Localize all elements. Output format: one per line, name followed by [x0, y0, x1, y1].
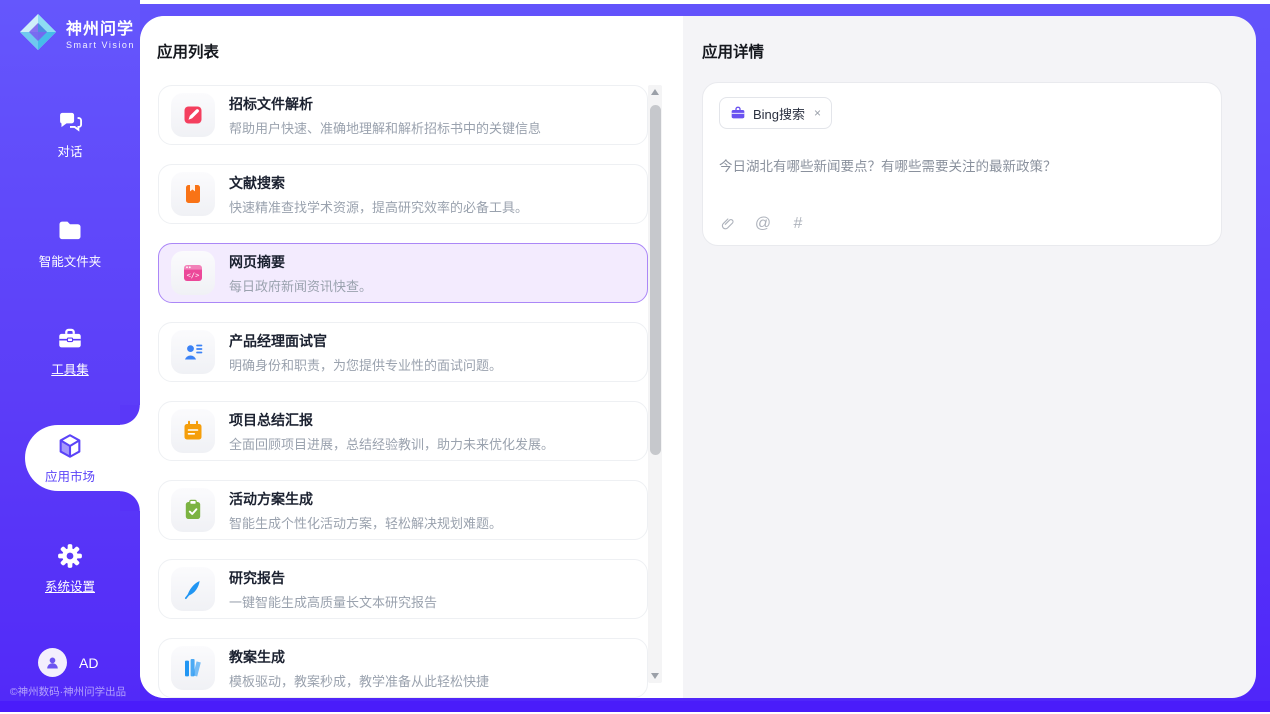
app-item-title: 网页摘要 — [229, 252, 372, 272]
scrollbar-thumb[interactable] — [650, 105, 661, 455]
app-item-title: 产品经理面试官 — [229, 331, 502, 351]
sidebar-item-smart-folder[interactable]: 智能文件夹 — [0, 210, 140, 276]
clipboard-check-icon — [171, 488, 215, 532]
app-list-item[interactable]: 活动方案生成智能生成个性化活动方案，轻松解决规划难题。 — [158, 480, 648, 540]
app-item-description: 全面回顾项目进展，总结经验教训，助力未来优化发展。 — [229, 434, 554, 453]
sidebar-item-app-market[interactable]: 应用市场 — [0, 425, 140, 491]
toolbox-icon — [56, 325, 84, 353]
sidebar-item-label: 工具集 — [51, 359, 89, 378]
app-item-title: 研究报告 — [229, 568, 437, 588]
scroll-up-button[interactable] — [648, 85, 662, 99]
report-icon — [171, 567, 215, 611]
app-item-description: 模板驱动，教案秒成，教学准备从此轻松快捷 — [229, 671, 489, 690]
app-item-description: 智能生成个性化活动方案，轻松解决规划难题。 — [229, 513, 502, 532]
app-list-header: 应用列表 — [157, 40, 219, 62]
diamond-logo-icon — [18, 12, 58, 52]
tool-chip-bing-search[interactable]: Bing搜索 × — [719, 97, 832, 129]
app-item-description: 快速精准查找学术资源，提高研究效率的必备工具。 — [229, 197, 528, 216]
hashtag-icon[interactable]: # — [789, 215, 807, 233]
app-item-description: 帮助用户快速、准确地理解和解析招标书中的关键信息 — [229, 118, 541, 137]
cube-icon — [56, 432, 84, 460]
chip-close-icon[interactable]: × — [814, 106, 821, 120]
gear-icon — [56, 542, 84, 570]
sidebar-item-chat[interactable]: 对话 — [0, 100, 140, 166]
browser-code-icon: </> — [171, 251, 215, 295]
app-item-description: 每日政府新闻资讯快查。 — [229, 276, 372, 295]
avatar — [38, 648, 67, 677]
app-item-title: 教案生成 — [229, 647, 489, 667]
book-icon — [171, 172, 215, 216]
brand-title: 神州问学 — [66, 15, 135, 39]
app-detail-header: 应用详情 — [702, 40, 764, 62]
sidebar-item-label: 智能文件夹 — [39, 251, 102, 270]
triangle-up-icon — [651, 89, 659, 95]
scroll-down-button[interactable] — [648, 669, 662, 683]
app-list-item[interactable]: 招标文件解析帮助用户快速、准确地理解和解析招标书中的关键信息 — [158, 85, 648, 145]
attachment-icon[interactable] — [719, 215, 737, 233]
sidebar-item-toolset[interactable]: 工具集 — [0, 318, 140, 384]
scrollbar[interactable] — [648, 85, 662, 683]
app-list-item[interactable]: </> 网页摘要每日政府新闻资讯快查。 — [158, 243, 648, 303]
folder-icon — [56, 217, 84, 245]
app-item-texts: 文献搜索快速精准查找学术资源，提高研究效率的必备工具。 — [229, 173, 528, 216]
sidebar-item-label: 应用市场 — [45, 466, 95, 485]
app-list-item[interactable]: 教案生成模板驱动，教案秒成，教学准备从此轻松快捷 — [158, 638, 648, 698]
brand-subtitle: Smart Vision — [66, 40, 135, 50]
chip-label: Bing搜索 — [753, 104, 805, 123]
app-list-item[interactable]: 产品经理面试官明确身份和职责，为您提供专业性的面试问题。 — [158, 322, 648, 382]
brand-logo: 神州问学 Smart Vision — [18, 12, 135, 52]
sidebar-item-label: 系统设置 — [45, 576, 95, 595]
copyright-text: ©神州数码·神州问学出品 — [0, 684, 136, 699]
bottom-accent-bar — [0, 701, 1270, 712]
sidebar: 神州问学 Smart Vision 对话智能文件夹工具集应用市场系统设置 AD … — [0, 0, 140, 712]
app-item-texts: 教案生成模板驱动，教案秒成，教学准备从此轻松快捷 — [229, 647, 489, 690]
app-list-item[interactable]: 文献搜索快速精准查找学术资源，提高研究效率的必备工具。 — [158, 164, 648, 224]
app-list-item[interactable]: 研究报告一键智能生成高质量长文本研究报告 — [158, 559, 648, 619]
app-item-texts: 招标文件解析帮助用户快速、准确地理解和解析招标书中的关键信息 — [229, 94, 541, 137]
app-item-texts: 产品经理面试官明确身份和职责，为您提供专业性的面试问题。 — [229, 331, 502, 374]
app-item-texts: 研究报告一键智能生成高质量长文本研究报告 — [229, 568, 437, 611]
question-input[interactable]: 今日湖北有哪些新闻要点？有哪些需要关注的最新政策？ — [719, 155, 1205, 175]
app-item-texts: 活动方案生成智能生成个性化活动方案，轻松解决规划难题。 — [229, 489, 502, 532]
svg-text:</>: </> — [187, 272, 200, 280]
app-item-description: 一键智能生成高质量长文本研究报告 — [229, 592, 437, 611]
app-list-item[interactable]: 项目总结汇报全面回顾项目进展，总结经验教训，助力未来优化发展。 — [158, 401, 648, 461]
doc-edit-icon — [171, 93, 215, 137]
books-icon — [171, 646, 215, 690]
main-content: 应用列表 招标文件解析帮助用户快速、准确地理解和解析招标书中的关键信息文献搜索快… — [140, 16, 1256, 698]
app-item-texts: 网页摘要每日政府新闻资讯快查。 — [229, 252, 372, 295]
triangle-down-icon — [651, 673, 659, 679]
app-list: 招标文件解析帮助用户快速、准确地理解和解析招标书中的关键信息文献搜索快速精准查找… — [158, 85, 648, 698]
user-initials: AD — [79, 655, 98, 671]
app-item-title: 项目总结汇报 — [229, 410, 554, 430]
app-input-card: Bing搜索 × 今日湖北有哪些新闻要点？有哪些需要关注的最新政策？ @ # — [702, 82, 1222, 246]
app-item-texts: 项目总结汇报全面回顾项目进展，总结经验教训，助力未来优化发展。 — [229, 410, 554, 453]
app-detail-panel: 应用详情 Bing搜索 × 今日湖北有哪些新闻要点？有哪些需要关注的最新政策？ … — [683, 16, 1256, 698]
calendar-icon — [171, 409, 215, 453]
briefcase-icon — [730, 105, 746, 121]
app-item-description: 明确身份和职责，为您提供专业性的面试问题。 — [229, 355, 502, 374]
sidebar-item-settings[interactable]: 系统设置 — [0, 535, 140, 601]
chat-icon — [56, 107, 84, 135]
app-item-title: 招标文件解析 — [229, 94, 541, 114]
app-list-panel: 应用列表 招标文件解析帮助用户快速、准确地理解和解析招标书中的关键信息文献搜索快… — [140, 16, 683, 698]
user-menu[interactable]: AD — [38, 648, 98, 677]
app-item-title: 活动方案生成 — [229, 489, 502, 509]
mention-icon[interactable]: @ — [754, 215, 772, 233]
sidebar-item-label: 对话 — [57, 141, 82, 160]
composer-toolbar: @ # — [719, 215, 807, 233]
app-item-title: 文献搜索 — [229, 173, 528, 193]
interviewer-icon — [171, 330, 215, 374]
person-icon — [44, 654, 61, 671]
